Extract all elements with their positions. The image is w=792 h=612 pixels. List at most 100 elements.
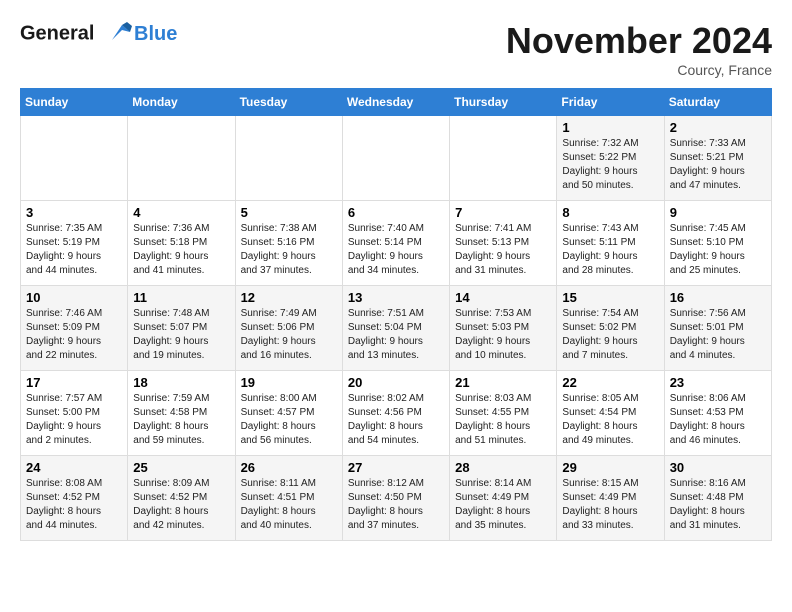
- calendar-cell: [450, 116, 557, 201]
- calendar-cell: 7Sunrise: 7:41 AM Sunset: 5:13 PM Daylig…: [450, 201, 557, 286]
- day-number: 7: [455, 205, 551, 220]
- day-header-wednesday: Wednesday: [342, 89, 449, 116]
- calendar-cell: 22Sunrise: 8:05 AM Sunset: 4:54 PM Dayli…: [557, 371, 664, 456]
- calendar-cell: 27 Sunrise: 8:12 AM Sunset: 4:50 PM Dayli…: [342, 456, 449, 541]
- calendar-cell: 12Sunrise: 7:49 AM Sunset: 5:06 PM Dayli…: [235, 286, 342, 371]
- calendar-cell: 3Sunrise: 7:35 AM Sunset: 5:19 PM Daylig…: [21, 201, 128, 286]
- calendar-week-row: 17 Sunrise: 7:57 AM Sunset: 5:00 PM Dayli…: [21, 371, 772, 456]
- day-info: Sunrise: 8:16 AM Sunset: 4:48 PM Dayligh…: [670, 477, 766, 533]
- calendar-cell: 19 Sunrise: 8:00 AM Sunset: 4:57 PM Dayli…: [235, 371, 342, 456]
- calendar-cell: 1Sunrise: 7:32 AM Sunset: 5:22 PM Daylig…: [557, 116, 664, 201]
- month-title: November 2024: [506, 20, 772, 62]
- day-number: 22: [562, 375, 658, 390]
- calendar-cell: 4 Sunrise: 7:36 AM Sunset: 5:18 PM Daylig…: [128, 201, 235, 286]
- day-info: Sunrise: 8:12 AM Sunset: 4:50 PM Dayligh…: [348, 477, 444, 533]
- day-number: 17: [26, 375, 122, 390]
- calendar-week-row: 10 Sunrise: 7:46 AM Sunset: 5:09 PM Dayli…: [21, 286, 772, 371]
- calendar-week-row: 1Sunrise: 7:32 AM Sunset: 5:22 PM Daylig…: [21, 116, 772, 201]
- calendar-cell: 24 Sunrise: 8:08 AM Sunset: 4:52 PM Dayli…: [21, 456, 128, 541]
- calendar-cell: 2Sunrise: 7:33 AM Sunset: 5:21 PM Daylig…: [664, 116, 771, 201]
- calendar-cell: 11 Sunrise: 7:48 AM Sunset: 5:07 PM Dayli…: [128, 286, 235, 371]
- day-number: 14: [455, 290, 551, 305]
- calendar-cell: 10 Sunrise: 7:46 AM Sunset: 5:09 PM Dayli…: [21, 286, 128, 371]
- logo-bird-icon: [102, 20, 132, 48]
- day-info: Sunrise: 7:51 AM Sunset: 5:04 PM Dayligh…: [348, 307, 444, 363]
- day-info: Sunrise: 7:45 AM Sunset: 5:10 PM Dayligh…: [670, 222, 766, 278]
- day-number: 19: [241, 375, 337, 390]
- calendar-cell: [21, 116, 128, 201]
- day-number: 10: [26, 290, 122, 305]
- calendar-cell: 5Sunrise: 7:38 AM Sunset: 5:16 PM Daylig…: [235, 201, 342, 286]
- logo-text-general: General: [20, 22, 94, 44]
- day-info: Sunrise: 8:06 AM Sunset: 4:53 PM Dayligh…: [670, 392, 766, 448]
- day-number: 11: [133, 290, 229, 305]
- calendar-cell: 6Sunrise: 7:40 AM Sunset: 5:14 PM Daylig…: [342, 201, 449, 286]
- day-number: 29: [562, 460, 658, 475]
- calendar-cell: 9 Sunrise: 7:45 AM Sunset: 5:10 PM Daylig…: [664, 201, 771, 286]
- day-header-monday: Monday: [128, 89, 235, 116]
- calendar-cell: 14 Sunrise: 7:53 AM Sunset: 5:03 PM Dayli…: [450, 286, 557, 371]
- calendar-cell: 16 Sunrise: 7:56 AM Sunset: 5:01 PM Dayli…: [664, 286, 771, 371]
- calendar-cell: 18 Sunrise: 7:59 AM Sunset: 4:58 PM Dayli…: [128, 371, 235, 456]
- day-info: Sunrise: 7:56 AM Sunset: 5:01 PM Dayligh…: [670, 307, 766, 363]
- day-number: 3: [26, 205, 122, 220]
- day-number: 23: [670, 375, 766, 390]
- day-info: Sunrise: 8:08 AM Sunset: 4:52 PM Dayligh…: [26, 477, 122, 533]
- calendar-cell: 30 Sunrise: 8:16 AM Sunset: 4:48 PM Dayli…: [664, 456, 771, 541]
- calendar-cell: [342, 116, 449, 201]
- location: Courcy, France: [506, 62, 772, 78]
- calendar-week-row: 24 Sunrise: 8:08 AM Sunset: 4:52 PM Dayli…: [21, 456, 772, 541]
- day-info: Sunrise: 7:36 AM Sunset: 5:18 PM Dayligh…: [133, 222, 229, 278]
- day-number: 15: [562, 290, 658, 305]
- day-header-saturday: Saturday: [664, 89, 771, 116]
- day-number: 5: [241, 205, 337, 220]
- page-header: General Blue November 2024 Courcy, Franc…: [20, 20, 772, 78]
- day-number: 28: [455, 460, 551, 475]
- calendar-cell: 20Sunrise: 8:02 AM Sunset: 4:56 PM Dayli…: [342, 371, 449, 456]
- day-number: 8: [562, 205, 658, 220]
- calendar-cell: 23 Sunrise: 8:06 AM Sunset: 4:53 PM Dayli…: [664, 371, 771, 456]
- day-info: Sunrise: 8:14 AM Sunset: 4:49 PM Dayligh…: [455, 477, 551, 533]
- day-info: Sunrise: 7:57 AM Sunset: 5:00 PM Dayligh…: [26, 392, 122, 448]
- calendar-cell: 26 Sunrise: 8:11 AM Sunset: 4:51 PM Dayli…: [235, 456, 342, 541]
- day-number: 18: [133, 375, 229, 390]
- day-number: 24: [26, 460, 122, 475]
- day-number: 6: [348, 205, 444, 220]
- title-block: November 2024 Courcy, France: [506, 20, 772, 78]
- day-number: 26: [241, 460, 337, 475]
- calendar-header-row: SundayMondayTuesdayWednesdayThursdayFrid…: [21, 89, 772, 116]
- day-info: Sunrise: 7:46 AM Sunset: 5:09 PM Dayligh…: [26, 307, 122, 363]
- day-info: Sunrise: 8:03 AM Sunset: 4:55 PM Dayligh…: [455, 392, 551, 448]
- day-number: 21: [455, 375, 551, 390]
- day-number: 25: [133, 460, 229, 475]
- day-info: Sunrise: 8:00 AM Sunset: 4:57 PM Dayligh…: [241, 392, 337, 448]
- calendar-cell: 29Sunrise: 8:15 AM Sunset: 4:49 PM Dayli…: [557, 456, 664, 541]
- day-info: Sunrise: 7:43 AM Sunset: 5:11 PM Dayligh…: [562, 222, 658, 278]
- day-info: Sunrise: 7:33 AM Sunset: 5:21 PM Dayligh…: [670, 137, 766, 193]
- day-number: 4: [133, 205, 229, 220]
- day-number: 30: [670, 460, 766, 475]
- calendar-cell: 15 Sunrise: 7:54 AM Sunset: 5:02 PM Dayli…: [557, 286, 664, 371]
- logo-text-blue: Blue: [134, 23, 177, 45]
- calendar-cell: 25 Sunrise: 8:09 AM Sunset: 4:52 PM Dayli…: [128, 456, 235, 541]
- day-number: 12: [241, 290, 337, 305]
- day-info: Sunrise: 8:09 AM Sunset: 4:52 PM Dayligh…: [133, 477, 229, 533]
- day-info: Sunrise: 7:32 AM Sunset: 5:22 PM Dayligh…: [562, 137, 658, 193]
- calendar-cell: 8 Sunrise: 7:43 AM Sunset: 5:11 PM Daylig…: [557, 201, 664, 286]
- calendar-cell: 13Sunrise: 7:51 AM Sunset: 5:04 PM Dayli…: [342, 286, 449, 371]
- day-number: 27: [348, 460, 444, 475]
- calendar-week-row: 3Sunrise: 7:35 AM Sunset: 5:19 PM Daylig…: [21, 201, 772, 286]
- day-info: Sunrise: 7:48 AM Sunset: 5:07 PM Dayligh…: [133, 307, 229, 363]
- day-info: Sunrise: 7:53 AM Sunset: 5:03 PM Dayligh…: [455, 307, 551, 363]
- day-header-tuesday: Tuesday: [235, 89, 342, 116]
- day-info: Sunrise: 7:54 AM Sunset: 5:02 PM Dayligh…: [562, 307, 658, 363]
- day-number: 20: [348, 375, 444, 390]
- day-info: Sunrise: 8:11 AM Sunset: 4:51 PM Dayligh…: [241, 477, 337, 533]
- calendar-cell: 28 Sunrise: 8:14 AM Sunset: 4:49 PM Dayli…: [450, 456, 557, 541]
- calendar-cell: 21 Sunrise: 8:03 AM Sunset: 4:55 PM Dayli…: [450, 371, 557, 456]
- day-number: 16: [670, 290, 766, 305]
- logo: General Blue: [20, 20, 177, 48]
- day-info: Sunrise: 7:59 AM Sunset: 4:58 PM Dayligh…: [133, 392, 229, 448]
- day-number: 9: [670, 205, 766, 220]
- day-header-thursday: Thursday: [450, 89, 557, 116]
